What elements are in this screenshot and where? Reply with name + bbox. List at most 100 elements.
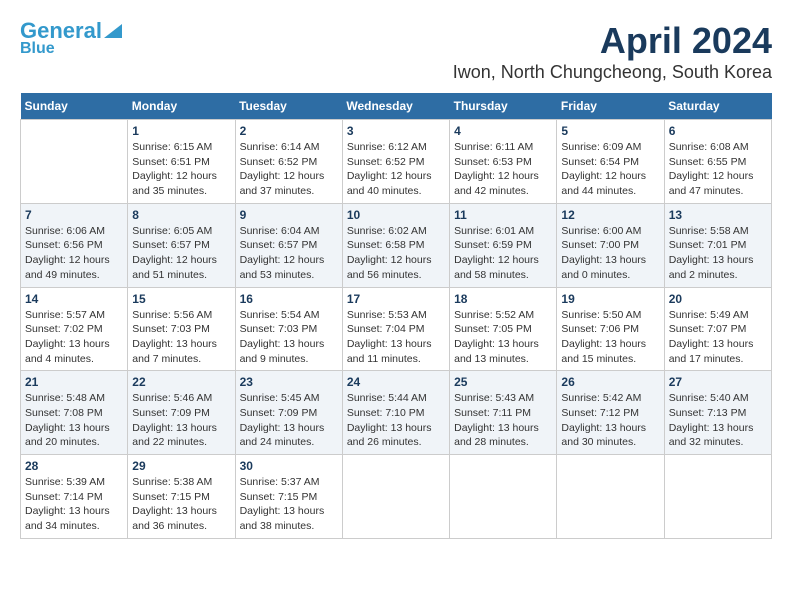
day-number: 10 <box>347 208 445 222</box>
weekday-header-thursday: Thursday <box>450 93 557 120</box>
logo-general: General <box>20 20 102 42</box>
day-number: 8 <box>132 208 230 222</box>
calendar-cell: 8 Sunrise: 6:05 AMSunset: 6:57 PMDaylight… <box>128 203 235 287</box>
calendar-cell: 10 Sunrise: 6:02 AMSunset: 6:58 PMDayligh… <box>342 203 449 287</box>
calendar-cell: 30Sunrise: 5:37 AMSunset: 7:15 PMDayligh… <box>235 455 342 539</box>
day-info: Sunrise: 6:14 AMSunset: 6:52 PMDaylight:… <box>240 140 338 199</box>
day-number: 28 <box>25 459 123 473</box>
day-info: Sunrise: 5:50 AMSunset: 7:06 PMDaylight:… <box>561 308 659 367</box>
logo: General Blue <box>20 20 122 58</box>
calendar-cell: 19Sunrise: 5:50 AMSunset: 7:06 PMDayligh… <box>557 287 664 371</box>
day-info: Sunrise: 5:43 AMSunset: 7:11 PMDaylight:… <box>454 391 552 450</box>
day-info: Sunrise: 5:40 AMSunset: 7:13 PMDaylight:… <box>669 391 767 450</box>
day-info: Sunrise: 5:53 AMSunset: 7:04 PMDaylight:… <box>347 308 445 367</box>
weekday-header-monday: Monday <box>128 93 235 120</box>
calendar-cell: 1 Sunrise: 6:15 AMSunset: 6:51 PMDaylight… <box>128 120 235 204</box>
day-number: 27 <box>669 375 767 389</box>
weekday-header-tuesday: Tuesday <box>235 93 342 120</box>
calendar-cell: 3 Sunrise: 6:12 AMSunset: 6:52 PMDaylight… <box>342 120 449 204</box>
calendar-cell <box>664 455 771 539</box>
weekday-header-wednesday: Wednesday <box>342 93 449 120</box>
weekday-header-saturday: Saturday <box>664 93 771 120</box>
day-number: 29 <box>132 459 230 473</box>
day-number: 5 <box>561 124 659 138</box>
calendar-cell: 20Sunrise: 5:49 AMSunset: 7:07 PMDayligh… <box>664 287 771 371</box>
weekday-header-friday: Friday <box>557 93 664 120</box>
day-info: Sunrise: 5:39 AMSunset: 7:14 PMDaylight:… <box>25 475 123 534</box>
day-number: 16 <box>240 292 338 306</box>
day-info: Sunrise: 6:15 AMSunset: 6:51 PMDaylight:… <box>132 140 230 199</box>
month-title: April 2024 <box>453 20 772 62</box>
calendar-cell: 16 Sunrise: 5:54 AMSunset: 7:03 PMDayligh… <box>235 287 342 371</box>
calendar-cell: 21 Sunrise: 5:48 AMSunset: 7:08 PMDayligh… <box>21 371 128 455</box>
day-number: 13 <box>669 208 767 222</box>
day-number: 18 <box>454 292 552 306</box>
day-number: 30 <box>240 459 338 473</box>
page-header: General Blue April 2024 Iwon, North Chun… <box>20 20 772 83</box>
day-info: Sunrise: 6:04 AMSunset: 6:57 PMDaylight:… <box>240 224 338 283</box>
calendar-cell: 26 Sunrise: 5:42 AMSunset: 7:12 PMDayligh… <box>557 371 664 455</box>
day-number: 22 <box>132 375 230 389</box>
day-number: 3 <box>347 124 445 138</box>
calendar-cell: 9 Sunrise: 6:04 AMSunset: 6:57 PMDaylight… <box>235 203 342 287</box>
day-info: Sunrise: 6:05 AMSunset: 6:57 PMDaylight:… <box>132 224 230 283</box>
calendar-cell: 7Sunrise: 6:06 AMSunset: 6:56 PMDaylight… <box>21 203 128 287</box>
day-number: 15 <box>132 292 230 306</box>
day-info: Sunrise: 5:52 AMSunset: 7:05 PMDaylight:… <box>454 308 552 367</box>
day-number: 24 <box>347 375 445 389</box>
day-number: 9 <box>240 208 338 222</box>
title-section: April 2024 Iwon, North Chungcheong, Sout… <box>453 20 772 83</box>
day-number: 20 <box>669 292 767 306</box>
calendar-cell <box>21 120 128 204</box>
calendar-cell: 12Sunrise: 6:00 AMSunset: 7:00 PMDayligh… <box>557 203 664 287</box>
day-number: 11 <box>454 208 552 222</box>
day-number: 1 <box>132 124 230 138</box>
day-number: 6 <box>669 124 767 138</box>
day-number: 21 <box>25 375 123 389</box>
calendar-cell <box>342 455 449 539</box>
day-info: Sunrise: 5:42 AMSunset: 7:12 PMDaylight:… <box>561 391 659 450</box>
calendar-cell: 25 Sunrise: 5:43 AMSunset: 7:11 PMDayligh… <box>450 371 557 455</box>
day-info: Sunrise: 6:02 AMSunset: 6:58 PMDaylight:… <box>347 224 445 283</box>
calendar-cell: 11 Sunrise: 6:01 AMSunset: 6:59 PMDayligh… <box>450 203 557 287</box>
calendar-cell: 23 Sunrise: 5:45 AMSunset: 7:09 PMDayligh… <box>235 371 342 455</box>
day-number: 17 <box>347 292 445 306</box>
day-info: Sunrise: 5:45 AMSunset: 7:09 PMDaylight:… <box>240 391 338 450</box>
day-info: Sunrise: 5:56 AMSunset: 7:03 PMDaylight:… <box>132 308 230 367</box>
day-info: Sunrise: 6:01 AMSunset: 6:59 PMDaylight:… <box>454 224 552 283</box>
day-number: 12 <box>561 208 659 222</box>
logo-icon <box>104 20 122 38</box>
day-info: Sunrise: 5:57 AMSunset: 7:02 PMDaylight:… <box>25 308 123 367</box>
day-info: Sunrise: 6:11 AMSunset: 6:53 PMDaylight:… <box>454 140 552 199</box>
day-info: Sunrise: 5:48 AMSunset: 7:08 PMDaylight:… <box>25 391 123 450</box>
day-number: 26 <box>561 375 659 389</box>
day-number: 25 <box>454 375 552 389</box>
day-info: Sunrise: 5:46 AMSunset: 7:09 PMDaylight:… <box>132 391 230 450</box>
logo-blue: Blue <box>20 40 55 58</box>
weekday-header-sunday: Sunday <box>21 93 128 120</box>
calendar-cell <box>450 455 557 539</box>
day-info: Sunrise: 6:09 AMSunset: 6:54 PMDaylight:… <box>561 140 659 199</box>
calendar-cell: 27 Sunrise: 5:40 AMSunset: 7:13 PMDayligh… <box>664 371 771 455</box>
calendar-cell: 2 Sunrise: 6:14 AMSunset: 6:52 PMDaylight… <box>235 120 342 204</box>
location-title: Iwon, North Chungcheong, South Korea <box>453 62 772 83</box>
day-info: Sunrise: 5:44 AMSunset: 7:10 PMDaylight:… <box>347 391 445 450</box>
day-number: 4 <box>454 124 552 138</box>
calendar-cell: 14Sunrise: 5:57 AMSunset: 7:02 PMDayligh… <box>21 287 128 371</box>
calendar-cell: 4 Sunrise: 6:11 AMSunset: 6:53 PMDaylight… <box>450 120 557 204</box>
day-info: Sunrise: 5:58 AMSunset: 7:01 PMDaylight:… <box>669 224 767 283</box>
day-info: Sunrise: 5:54 AMSunset: 7:03 PMDaylight:… <box>240 308 338 367</box>
calendar-cell: 15 Sunrise: 5:56 AMSunset: 7:03 PMDayligh… <box>128 287 235 371</box>
day-info: Sunrise: 6:12 AMSunset: 6:52 PMDaylight:… <box>347 140 445 199</box>
day-info: Sunrise: 6:06 AMSunset: 6:56 PMDaylight:… <box>25 224 123 283</box>
calendar-cell: 13 Sunrise: 5:58 AMSunset: 7:01 PMDayligh… <box>664 203 771 287</box>
calendar-cell: 28 Sunrise: 5:39 AMSunset: 7:14 PMDayligh… <box>21 455 128 539</box>
calendar-cell <box>557 455 664 539</box>
day-info: Sunrise: 5:38 AMSunset: 7:15 PMDaylight:… <box>132 475 230 534</box>
day-number: 23 <box>240 375 338 389</box>
calendar-cell: 29 Sunrise: 5:38 AMSunset: 7:15 PMDayligh… <box>128 455 235 539</box>
day-number: 2 <box>240 124 338 138</box>
calendar-cell: 18 Sunrise: 5:52 AMSunset: 7:05 PMDayligh… <box>450 287 557 371</box>
calendar-table: SundayMondayTuesdayWednesdayThursdayFrid… <box>20 93 772 539</box>
calendar-cell: 24 Sunrise: 5:44 AMSunset: 7:10 PMDayligh… <box>342 371 449 455</box>
